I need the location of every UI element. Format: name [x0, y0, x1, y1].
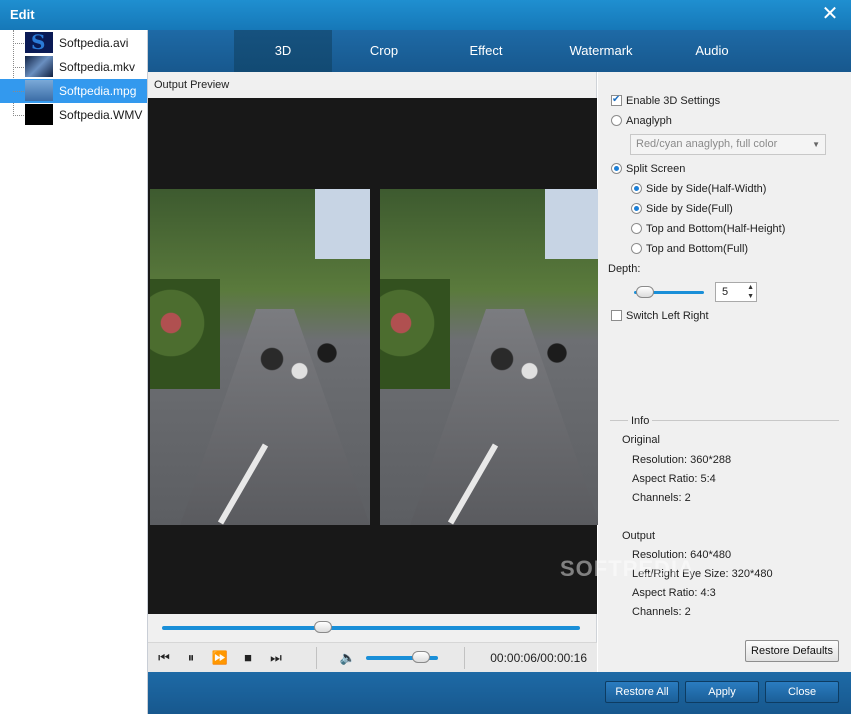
- file-list: Softpedia.avi Softpedia.mkv Softpedia.mp…: [0, 30, 148, 714]
- spin-arrows-icon[interactable]: ▲ ▼: [747, 283, 754, 301]
- depth-handle[interactable]: [636, 286, 654, 298]
- restore-defaults-button[interactable]: Restore Defaults: [745, 640, 839, 662]
- output-aspect: Aspect Ratio: 4:3: [632, 587, 716, 599]
- file-thumbnail: [25, 104, 53, 125]
- original-channels: Channels: 2: [632, 492, 691, 504]
- file-name: Softpedia.avi: [59, 36, 129, 50]
- file-name: Softpedia.mkv: [59, 60, 136, 74]
- video-screen: [148, 98, 600, 614]
- skip-previous-icon[interactable]: ⏮: [154, 648, 174, 668]
- anaglyph-mode-select[interactable]: Red/cyan anaglyph, full color ▼: [630, 134, 826, 155]
- tab-effect[interactable]: Effect: [436, 30, 536, 72]
- right-eye-frame: [380, 189, 600, 525]
- title-bar: Edit ✕: [0, 0, 851, 30]
- depth-spinbox[interactable]: 5 ▲ ▼: [715, 282, 757, 302]
- dropdown-arrow-icon: ▼: [812, 140, 820, 149]
- tab-watermark[interactable]: Watermark: [550, 30, 652, 72]
- file-item-avi[interactable]: Softpedia.avi: [0, 30, 147, 55]
- pause-icon[interactable]: ⏸: [181, 648, 201, 668]
- playback-controls: ⏮ ⏸ ⏩ ■ ⏭ 🔈 00:00:06/00:00:16: [148, 642, 597, 672]
- preview-label: Output Preview: [154, 79, 230, 91]
- depth-slider[interactable]: [634, 286, 704, 298]
- file-thumbnail: [25, 30, 53, 54]
- close-icon[interactable]: ✕: [819, 3, 841, 25]
- file-item-mpg[interactable]: Softpedia.mpg: [0, 79, 147, 103]
- depth-label: Depth:: [608, 263, 641, 275]
- original-aspect: Aspect Ratio: 5:4: [632, 473, 716, 485]
- skip-next-icon[interactable]: ⏭: [266, 648, 286, 668]
- output-title: Output: [622, 530, 656, 542]
- apply-button[interactable]: Apply: [685, 681, 759, 703]
- tab-audio[interactable]: Audio: [662, 30, 762, 72]
- info-title: Info: [628, 415, 653, 427]
- output-channels: Channels: 2: [632, 606, 691, 618]
- tab-crop[interactable]: Crop: [334, 30, 434, 72]
- seek-bar[interactable]: [162, 621, 580, 633]
- bottom-bar: Restore All Apply Close: [148, 672, 851, 714]
- timecode: 00:00:06/00:00:16: [490, 651, 587, 665]
- preview-panel: Output Preview ⏮ ⏸ ⏩ ■ ⏭ 🔈 00:00:06/00:0…: [148, 72, 600, 672]
- left-eye-frame: [150, 189, 370, 525]
- volume-slider[interactable]: [366, 651, 438, 663]
- file-name: Softpedia.mpg: [59, 84, 137, 98]
- close-button[interactable]: Close: [765, 681, 839, 703]
- volume-icon[interactable]: 🔈: [338, 648, 358, 668]
- tab-bar: 3D Crop Effect Watermark Audio: [148, 30, 851, 72]
- tab-3d[interactable]: 3D: [234, 30, 332, 72]
- stop-icon[interactable]: ■: [238, 648, 258, 668]
- window-title: Edit: [10, 7, 35, 22]
- fast-forward-icon[interactable]: ⏩: [210, 648, 230, 668]
- softpedia-watermark: SOFTPEDIA: [560, 556, 695, 581]
- file-name: Softpedia.WMV: [59, 108, 143, 122]
- file-item-mkv[interactable]: Softpedia.mkv: [0, 55, 147, 79]
- seek-handle[interactable]: [314, 621, 332, 633]
- settings-panel: Enable 3D Settings Anaglyph Red/cyan ana…: [598, 72, 851, 672]
- file-thumbnail: [25, 56, 53, 77]
- original-resolution: Resolution: 360*288: [632, 454, 732, 466]
- original-title: Original: [622, 434, 660, 446]
- file-item-wmv[interactable]: Softpedia.WMV: [0, 103, 147, 127]
- restore-all-button[interactable]: Restore All: [605, 681, 679, 703]
- file-thumbnail: [25, 80, 53, 101]
- volume-handle[interactable]: [411, 651, 430, 663]
